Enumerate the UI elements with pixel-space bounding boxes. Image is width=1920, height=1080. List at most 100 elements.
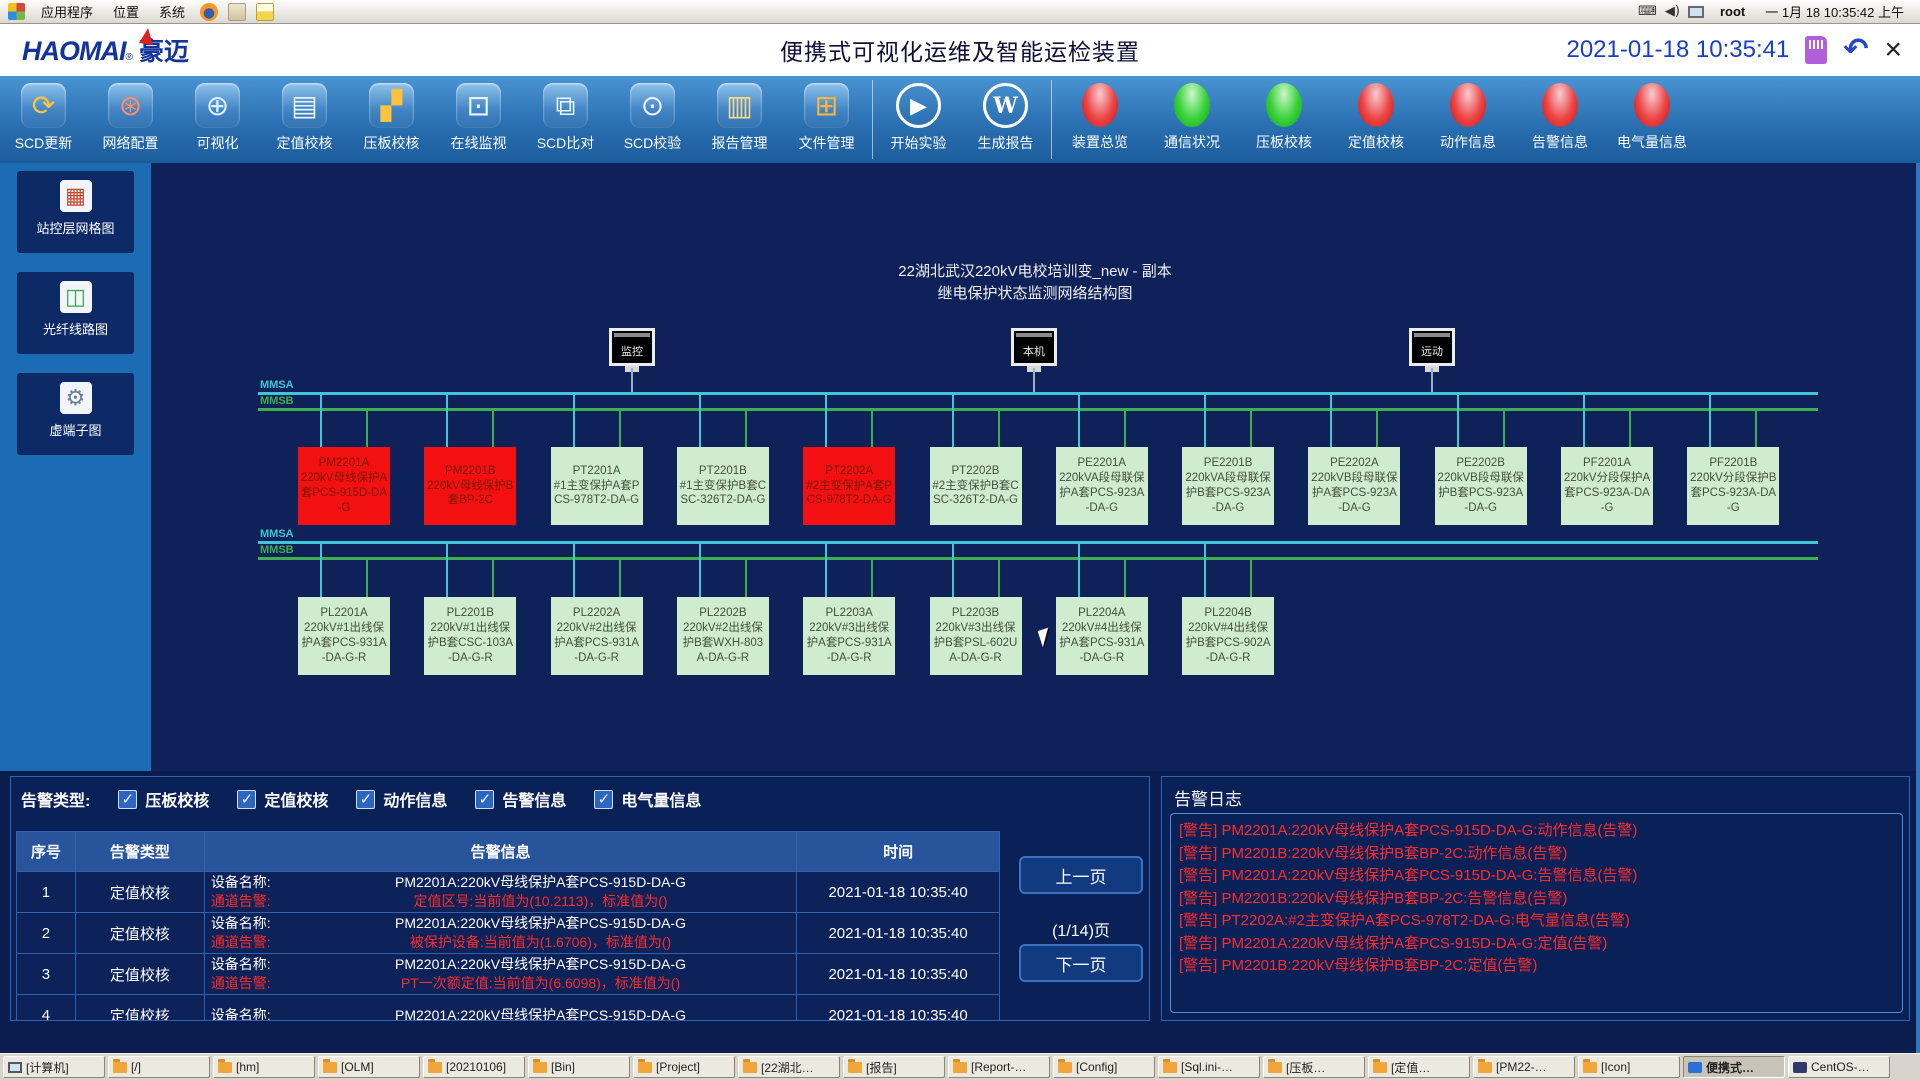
status-indicator[interactable]: 电气量信息 bbox=[1606, 76, 1698, 163]
checkbox-icon[interactable]: ✓ bbox=[475, 790, 494, 809]
device-box[interactable]: PL2202A 220kV#2出线保护A套PCS-931A-DA-G-R bbox=[551, 597, 643, 675]
toolbar-button[interactable]: ⊙ SCD校验 bbox=[609, 76, 696, 163]
sidebar-item-3[interactable]: ⚙ 虚端子图 bbox=[17, 373, 134, 455]
device-box[interactable]: PT2202B #2主变保护B套CSC-326T2-DA-G bbox=[930, 447, 1022, 525]
device-box[interactable]: PL2203B 220kV#3出线保护B套PSL-602UA-DA-G-R bbox=[930, 597, 1022, 675]
taskbar-window-button[interactable]: [22湖北… bbox=[738, 1056, 840, 1078]
desktop-menu-bar: 应用程序 位置 系统 ⌨ ◀) root 一 1月 18 10:35:42 上午 bbox=[0, 0, 1920, 24]
applications-menu-icon[interactable] bbox=[8, 3, 25, 20]
taskbar-window-button[interactable]: [压板… bbox=[1263, 1056, 1365, 1078]
device-box[interactable]: PM2201B 220kV母线保护B套BP-2C bbox=[424, 447, 516, 525]
device-box[interactable]: PT2201B #1主变保护B套CSC-326T2-DA-G bbox=[677, 447, 769, 525]
status-indicator[interactable]: 压板校核 bbox=[1238, 76, 1330, 163]
alarm-log-box[interactable]: [警告] PM2201A:220kV母线保护A套PCS-915D-DA-G:动作… bbox=[1170, 813, 1903, 1013]
status-indicator[interactable]: 通信状况 bbox=[1146, 76, 1238, 163]
toolbar-button[interactable]: ⟳ SCD更新 bbox=[0, 76, 87, 163]
bus-b-stub bbox=[871, 411, 873, 447]
next-page-button[interactable]: 下一页 bbox=[1019, 944, 1143, 982]
taskbar-window-button[interactable]: [Report-… bbox=[948, 1056, 1050, 1078]
checkbox-icon[interactable]: ✓ bbox=[594, 790, 613, 809]
sidebar-item-2[interactable]: ◫ 光纤线路图 bbox=[17, 272, 134, 354]
device-box[interactable]: PE2201A 220kVA段母联保护A套PCS-923A-DA-G bbox=[1056, 447, 1148, 525]
taskbar-window-button[interactable]: [/] bbox=[108, 1056, 210, 1078]
sd-card-icon[interactable] bbox=[1805, 36, 1827, 64]
device-box[interactable]: PM2201A 220kV母线保护A套PCS-915D-DA-G bbox=[298, 447, 390, 525]
taskbar-window-button[interactable]: [Sql.ini-… bbox=[1158, 1056, 1260, 1078]
keyboard-tray-icon[interactable]: ⌨ bbox=[1638, 4, 1657, 19]
taskbar-window-button[interactable]: [OLM] bbox=[318, 1056, 420, 1078]
taskbar-window-button[interactable]: [报告] bbox=[843, 1056, 945, 1078]
toolbar-action-button[interactable]: W 生成报告 bbox=[962, 76, 1049, 163]
taskbar-window-button[interactable]: [定值… bbox=[1368, 1056, 1470, 1078]
menu-system[interactable]: 系统 bbox=[149, 0, 195, 23]
taskbar-window-button[interactable]: [hm] bbox=[213, 1056, 315, 1078]
taskbar-window-button[interactable]: [计算机] bbox=[3, 1056, 105, 1078]
menu-applications[interactable]: 应用程序 bbox=[31, 0, 103, 23]
device-box[interactable]: PL2204A 220kV#4出线保护A套PCS-931A-DA-G-R bbox=[1056, 597, 1148, 675]
bus-a-stub bbox=[825, 395, 827, 447]
menu-places[interactable]: 位置 bbox=[103, 0, 149, 23]
device-box[interactable]: PL2201B 220kV#1出线保护B套CSC-103A-DA-G-R bbox=[424, 597, 516, 675]
text-editor-icon[interactable] bbox=[256, 3, 274, 21]
device-box[interactable]: PE2202B 220kVB段母联保护B套PCS-923A-DA-G bbox=[1435, 447, 1527, 525]
device-box[interactable]: PF2201A 220kV分段保护A套PCS-923A-DA-G bbox=[1561, 447, 1653, 525]
device-box[interactable]: PT2201A #1主变保护A套PCS-978T2-DA-G bbox=[551, 447, 643, 525]
device-box[interactable]: PE2202A 220kVB段母联保护A套PCS-923A-DA-G bbox=[1308, 447, 1400, 525]
table-row[interactable]: 2 定值校核 设备名称:PM2201A:220kV母线保护A套PCS-915D-… bbox=[17, 913, 1000, 954]
toolbar-button[interactable]: ⧉ SCD比对 bbox=[522, 76, 609, 163]
taskbar-window-button[interactable]: [20210106] bbox=[423, 1056, 525, 1078]
mail-icon[interactable] bbox=[228, 3, 246, 21]
status-indicator[interactable]: 动作信息 bbox=[1422, 76, 1514, 163]
status-indicator[interactable]: 装置总览 bbox=[1054, 76, 1146, 163]
alarm-filter-checkbox[interactable]: ✓ 压板校核 bbox=[118, 787, 209, 811]
table-row[interactable]: 4 定值校核 设备名称:PM2201A:220kV母线保护A套PCS-915D-… bbox=[17, 995, 1000, 1021]
taskbar-window-button[interactable]: CentOS-… bbox=[1788, 1056, 1890, 1078]
toolbar-button[interactable]: ▥ 报告管理 bbox=[696, 76, 783, 163]
bus-b-stub bbox=[1376, 411, 1378, 447]
device-box[interactable]: PF2201B 220kV分段保护B套PCS-923A-DA-G bbox=[1687, 447, 1779, 525]
checkbox-icon[interactable]: ✓ bbox=[118, 790, 137, 809]
firefox-icon[interactable] bbox=[200, 3, 218, 21]
device-box[interactable]: PL2204B 220kV#4出线保护B套PCS-902A-DA-G-R bbox=[1182, 597, 1274, 675]
checkbox-icon[interactable]: ✓ bbox=[237, 790, 256, 809]
device-box[interactable]: PL2202B 220kV#2出线保护B套WXH-803A-DA-G-R bbox=[677, 597, 769, 675]
taskbar-window-button[interactable]: [PM22-… bbox=[1473, 1056, 1575, 1078]
device-box[interactable]: PE2201B 220kVA段母联保护B套PCS-923A-DA-G bbox=[1182, 447, 1274, 525]
desktop-clock[interactable]: 一 1月 18 10:35:42 上午 bbox=[1761, 2, 1914, 21]
toolbar-button[interactable]: ⊕ 可视化 bbox=[174, 76, 261, 163]
alarm-log-line: [警告] PM2201B:220kV母线保护B套BP-2C:定值(告警) bbox=[1179, 955, 1894, 978]
toolbar-button[interactable]: ⊡ 在线监视 bbox=[435, 76, 522, 163]
display-tray-icon[interactable] bbox=[1688, 6, 1704, 18]
checkbox-icon[interactable]: ✓ bbox=[356, 790, 375, 809]
device-box[interactable]: PT2202A #2主变保护A套PCS-978T2-DA-G bbox=[803, 447, 895, 525]
table-row[interactable]: 1 定值校核 设备名称:PM2201A:220kV母线保护A套PCS-915D-… bbox=[17, 872, 1000, 913]
status-indicator[interactable]: 定值校核 bbox=[1330, 76, 1422, 163]
toolbar-button[interactable]: ▤ 定值校核 bbox=[261, 76, 348, 163]
toolbar-button[interactable]: ▞ 压板校核 bbox=[348, 76, 435, 163]
taskbar-window-button[interactable]: [Bin] bbox=[528, 1056, 630, 1078]
prev-page-button[interactable]: 上一页 bbox=[1019, 856, 1143, 894]
taskbar-window-button[interactable]: [Icon] bbox=[1578, 1056, 1680, 1078]
alarm-filter-checkbox[interactable]: ✓ 定值校核 bbox=[237, 787, 328, 811]
toolbar-button[interactable]: ⊛ 网络配置 bbox=[87, 76, 174, 163]
folder-icon bbox=[743, 1062, 757, 1073]
device-box[interactable]: PL2201A 220kV#1出线保护A套PCS-931A-DA-G-R bbox=[298, 597, 390, 675]
toolbar-action-button[interactable]: ▶ 开始实验 bbox=[875, 76, 962, 163]
taskbar-window-button[interactable]: [Config] bbox=[1053, 1056, 1155, 1078]
taskbar-window-button[interactable]: [Project] bbox=[633, 1056, 735, 1078]
volume-tray-icon[interactable]: ◀) bbox=[1665, 4, 1680, 19]
generate-report-icon: W bbox=[983, 83, 1028, 128]
undo-icon[interactable]: ↶ bbox=[1843, 37, 1868, 63]
bus-mmsa-label: MMSA bbox=[260, 528, 294, 540]
taskbar-window-button[interactable]: 便携式… bbox=[1683, 1056, 1785, 1078]
toolbar-button[interactable]: ⊞ 文件管理 bbox=[783, 76, 870, 163]
table-row[interactable]: 3 定值校核 设备名称:PM2201A:220kV母线保护A套PCS-915D-… bbox=[17, 954, 1000, 995]
device-box[interactable]: PL2203A 220kV#3出线保护A套PCS-931A-DA-G-R bbox=[803, 597, 895, 675]
alarm-filter-checkbox[interactable]: ✓ 电气量信息 bbox=[594, 787, 701, 811]
sidebar-item-1[interactable]: ▦ 站控层网格图 bbox=[17, 171, 134, 253]
status-indicator[interactable]: 告警信息 bbox=[1514, 76, 1606, 163]
alarm-filter-checkbox[interactable]: ✓ 告警信息 bbox=[475, 787, 566, 811]
bus-a-stub bbox=[573, 544, 575, 597]
alarm-filter-checkbox[interactable]: ✓ 动作信息 bbox=[356, 787, 447, 811]
close-icon[interactable]: × bbox=[1884, 37, 1902, 63]
